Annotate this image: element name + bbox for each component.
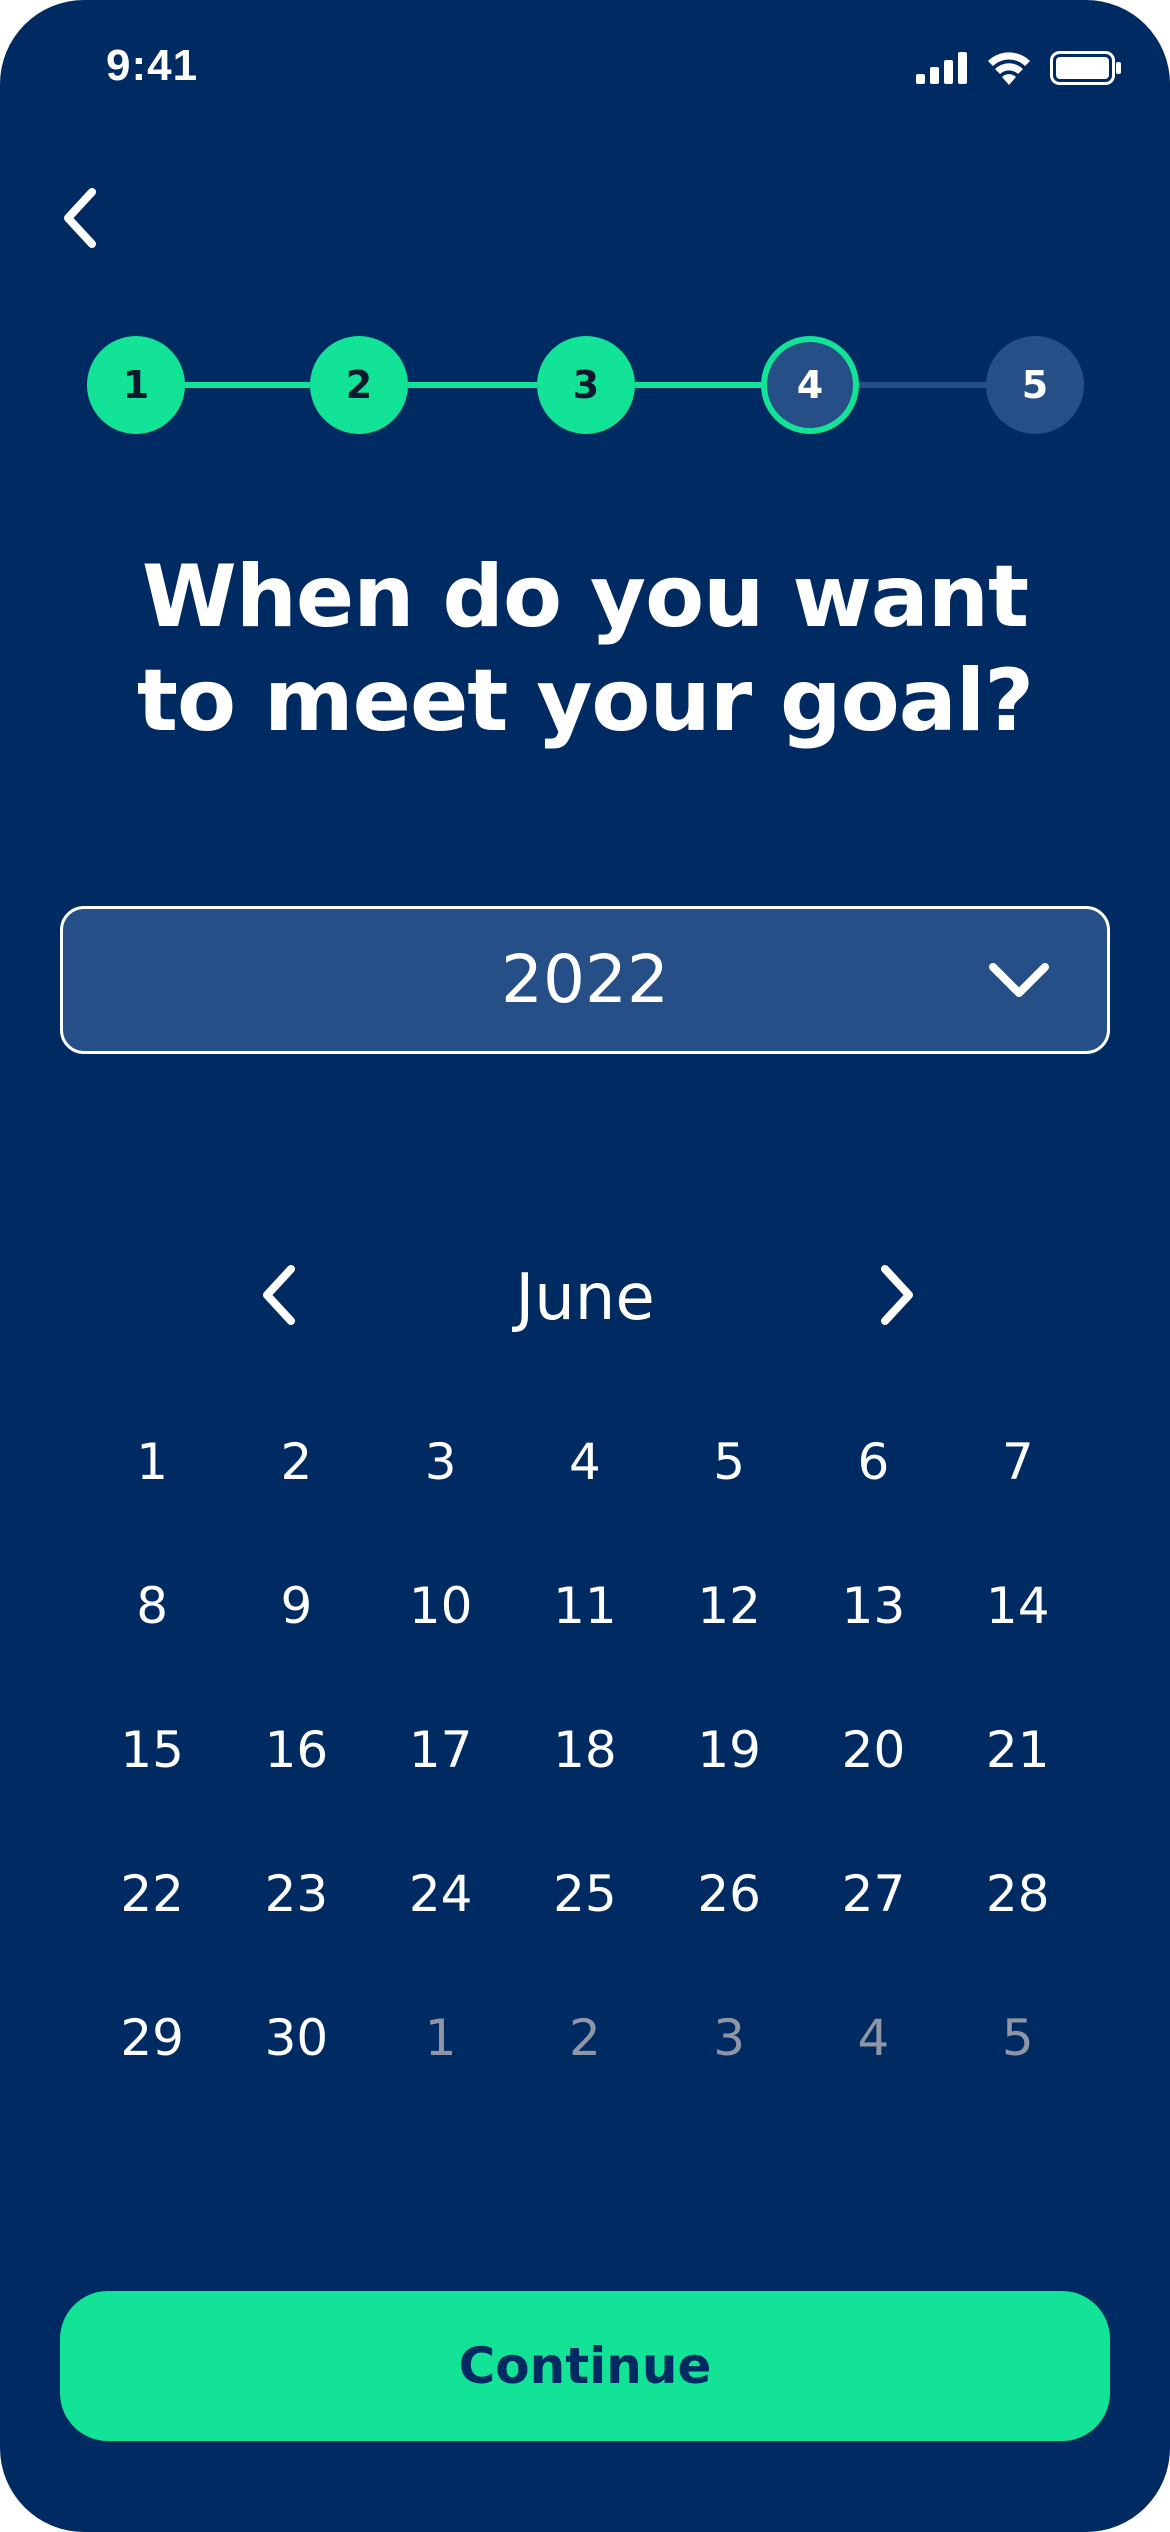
chevron-left-icon xyxy=(259,1263,299,1331)
step-1: 1 xyxy=(87,336,185,434)
calendar-week: 8 9 10 11 12 13 14 xyxy=(80,1556,1090,1700)
title-line-2: to meet your goal? xyxy=(136,651,1034,751)
status-icons xyxy=(916,48,1122,88)
calendar-day[interactable]: 3 xyxy=(369,1412,513,1512)
chevron-down-icon xyxy=(987,961,1051,1005)
step-connector xyxy=(185,382,310,388)
step-connector xyxy=(408,382,541,388)
step-2: 2 xyxy=(310,336,408,434)
calendar-day[interactable]: 1 xyxy=(80,1412,224,1512)
battery-icon xyxy=(1050,51,1122,85)
step-4: 4 xyxy=(761,336,859,434)
chevron-right-icon xyxy=(877,1263,917,1331)
calendar-grid: 1 2 3 4 5 6 7 8 9 10 11 12 13 14 15 16 1… xyxy=(80,1412,1090,2132)
calendar-day-next-month[interactable]: 3 xyxy=(657,1988,801,2088)
calendar-day[interactable]: 22 xyxy=(80,1844,224,1944)
calendar-day[interactable]: 16 xyxy=(224,1700,368,1800)
calendar-day[interactable]: 8 xyxy=(80,1556,224,1656)
calendar-day[interactable]: 30 xyxy=(224,1988,368,2088)
calendar-week: 29 30 1 2 3 4 5 xyxy=(80,1988,1090,2132)
continue-button[interactable]: Continue xyxy=(60,2291,1110,2441)
calendar-day-next-month[interactable]: 1 xyxy=(369,1988,513,2088)
previous-month-button[interactable] xyxy=(244,1262,314,1332)
calendar-day[interactable]: 14 xyxy=(946,1556,1090,1656)
calendar-day[interactable]: 21 xyxy=(946,1700,1090,1800)
cellular-signal-icon xyxy=(916,52,968,84)
title-line-1: When do you want xyxy=(141,547,1029,647)
calendar-day[interactable]: 26 xyxy=(657,1844,801,1944)
progress-stepper: 1 2 3 4 5 xyxy=(0,330,1170,440)
calendar-day[interactable]: 29 xyxy=(80,1988,224,2088)
calendar-day[interactable]: 13 xyxy=(801,1556,945,1656)
calendar-day[interactable]: 9 xyxy=(224,1556,368,1656)
step-5: 5 xyxy=(986,336,1084,434)
calendar-day[interactable]: 15 xyxy=(80,1700,224,1800)
year-value: 2022 xyxy=(501,941,669,1018)
calendar-day[interactable]: 6 xyxy=(801,1412,945,1512)
calendar-day[interactable]: 2 xyxy=(224,1412,368,1512)
calendar-day[interactable]: 28 xyxy=(946,1844,1090,1944)
calendar-day[interactable]: 4 xyxy=(513,1412,657,1512)
status-time: 9:41 xyxy=(106,41,199,90)
calendar-day[interactable]: 17 xyxy=(369,1700,513,1800)
back-button[interactable] xyxy=(50,180,110,260)
calendar-day[interactable]: 10 xyxy=(369,1556,513,1656)
chevron-left-icon xyxy=(60,186,100,254)
calendar-day[interactable]: 25 xyxy=(513,1844,657,1944)
calendar-day[interactable]: 23 xyxy=(224,1844,368,1944)
calendar-day-next-month[interactable]: 4 xyxy=(801,1988,945,2088)
calendar-day[interactable]: 24 xyxy=(369,1844,513,1944)
calendar-day-next-month[interactable]: 2 xyxy=(513,1988,657,2088)
next-month-button[interactable] xyxy=(862,1262,932,1332)
year-dropdown[interactable]: 2022 xyxy=(60,906,1110,1054)
calendar-day[interactable]: 19 xyxy=(657,1700,801,1800)
app-screen: 9:41 1 2 3 4 5 When do you want to meet … xyxy=(0,0,1170,2532)
calendar-day[interactable]: 7 xyxy=(946,1412,1090,1512)
calendar-week: 1 2 3 4 5 6 7 xyxy=(80,1412,1090,1556)
calendar-day[interactable]: 11 xyxy=(513,1556,657,1656)
calendar-day[interactable]: 5 xyxy=(657,1412,801,1512)
step-3: 3 xyxy=(537,336,635,434)
month-label: June xyxy=(515,1261,655,1335)
calendar-week: 22 23 24 25 26 27 28 xyxy=(80,1844,1090,1988)
step-connector xyxy=(635,382,765,388)
page-title: When do you want to meet your goal? xyxy=(80,545,1090,753)
calendar-day[interactable]: 12 xyxy=(657,1556,801,1656)
calendar-day[interactable]: 20 xyxy=(801,1700,945,1800)
calendar-day[interactable]: 27 xyxy=(801,1844,945,1944)
wifi-icon xyxy=(986,51,1032,85)
calendar-week: 15 16 17 18 19 20 21 xyxy=(80,1700,1090,1844)
step-connector xyxy=(859,382,994,388)
calendar-day-next-month[interactable]: 5 xyxy=(946,1988,1090,2088)
calendar-day[interactable]: 18 xyxy=(513,1700,657,1800)
